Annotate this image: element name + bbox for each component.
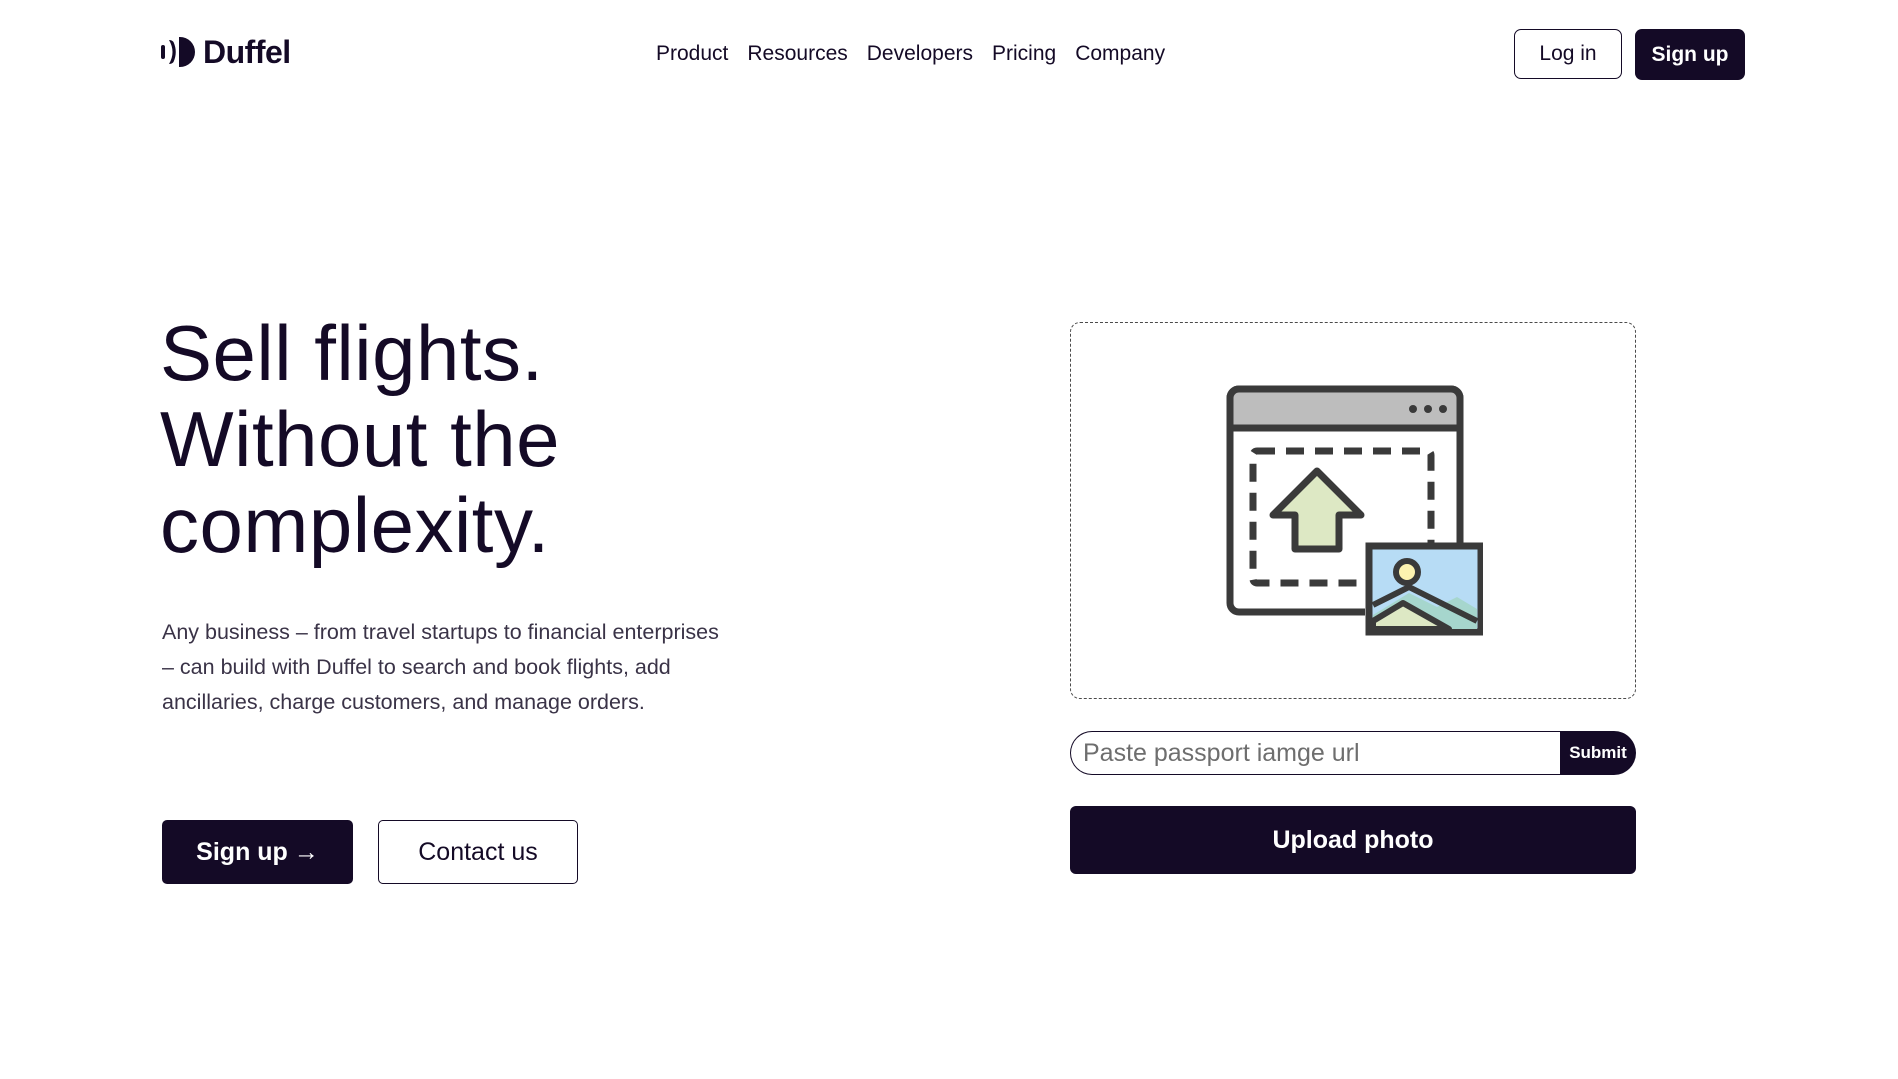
hero-title: Sell flights. Without the complexity. <box>160 310 800 568</box>
nav-item-pricing[interactable]: Pricing <box>992 40 1056 68</box>
submit-button[interactable]: Submit <box>1560 731 1636 775</box>
hero-signup-label: Sign up <box>196 837 288 866</box>
header-signup-button[interactable]: Sign up <box>1635 29 1745 80</box>
image-upload-icon <box>1226 385 1483 636</box>
hero-title-line-3: complexity. <box>160 481 550 569</box>
hero-description: Any business – from travel startups to f… <box>162 620 719 714</box>
image-url-input[interactable] <box>1070 731 1560 775</box>
image-url-form: Submit <box>1070 731 1636 775</box>
nav-item-resources[interactable]: Resources <box>747 40 847 68</box>
upload-photo-button[interactable]: Upload photo <box>1070 806 1636 874</box>
duffel-logo-icon <box>161 37 195 67</box>
image-drop-zone[interactable] <box>1070 322 1636 699</box>
main-nav: Product Resources Developers Pricing Com… <box>656 40 1184 68</box>
nav-item-company[interactable]: Company <box>1075 40 1165 68</box>
nav-item-developers[interactable]: Developers <box>867 40 973 68</box>
contact-us-button[interactable]: Contact us <box>378 820 578 884</box>
arrow-right-icon: → <box>293 837 319 866</box>
brand-name: Duffel <box>203 33 291 70</box>
hero-title-line-2: Without the <box>160 395 561 483</box>
login-button[interactable]: Log in <box>1514 29 1622 79</box>
duffel-logo[interactable]: Duffel <box>161 34 291 70</box>
hero-signup-button[interactable]: Sign up → <box>162 820 353 884</box>
hero-title-line-1: Sell flights. <box>160 309 544 397</box>
nav-item-product[interactable]: Product <box>656 40 728 68</box>
